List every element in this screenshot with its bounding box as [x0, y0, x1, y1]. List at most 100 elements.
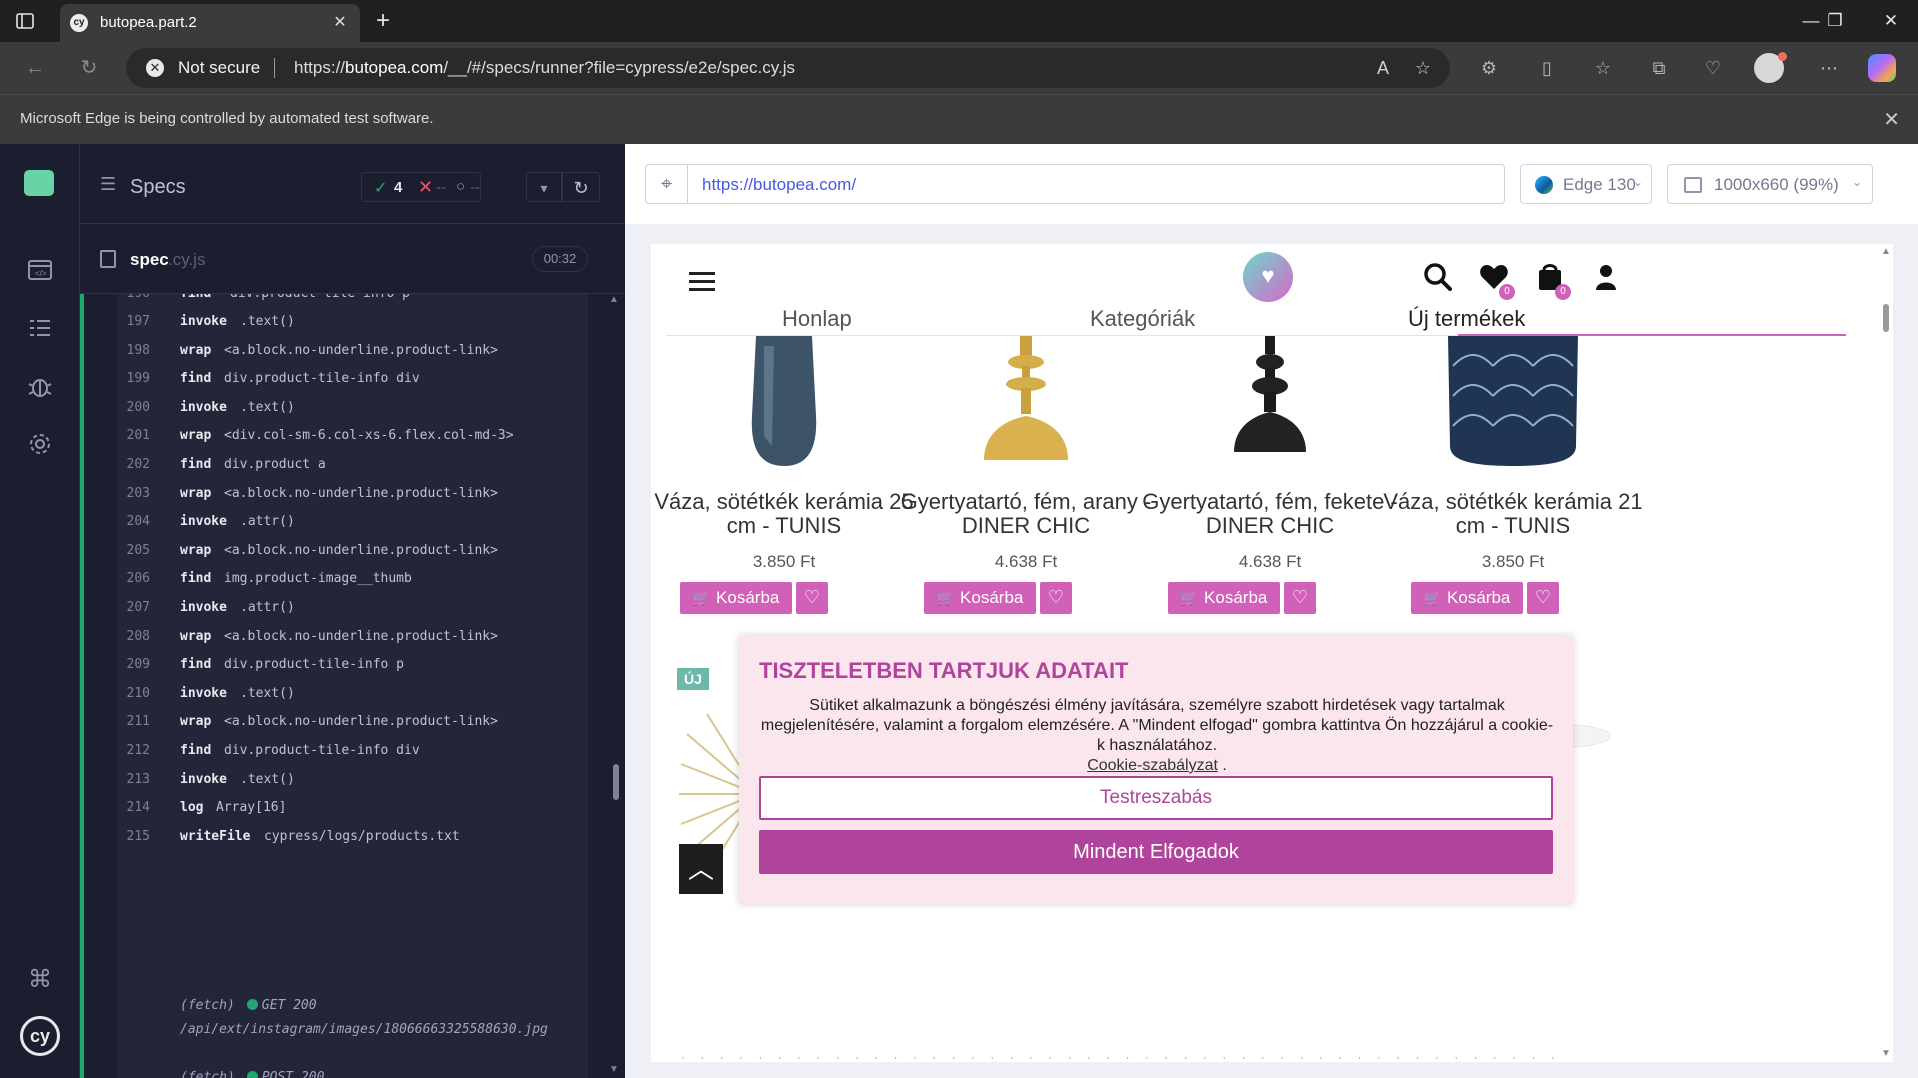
settings-gear-icon[interactable]	[26, 430, 54, 458]
passed-test-indicator	[80, 294, 84, 1078]
command-number: 206	[126, 571, 150, 587]
extensions-icon[interactable]: ⚙	[1476, 55, 1502, 81]
product-image[interactable]	[1438, 336, 1588, 471]
specs-nav-icon[interactable]: </>	[26, 256, 54, 284]
maximize-button[interactable]: ❐	[1820, 8, 1850, 34]
scroll-down-icon[interactable]: ▼	[609, 1064, 619, 1075]
debug-bug-icon[interactable]	[26, 372, 54, 400]
cypress-logo-icon[interactable]: cy	[20, 1016, 60, 1056]
command-row[interactable]: 215 writeFile cypress/logs/products.txt	[118, 819, 588, 854]
collapse-all-button[interactable]: ▾	[526, 172, 562, 202]
collections-icon[interactable]: ⧉	[1646, 55, 1672, 81]
selector-playground-icon[interactable]: ⌖	[646, 165, 688, 203]
spec-extension: .cy.js	[168, 250, 206, 269]
cookie-consent-dialog: TISZTELETBEN TARTJUK ADATAIT Sütiket alk…	[739, 636, 1573, 904]
tab-close-icon[interactable]: ✕	[330, 13, 350, 33]
url-host: butopea.com	[345, 58, 444, 77]
split-screen-icon[interactable]: ▯	[1534, 55, 1560, 81]
security-label[interactable]: Not secure	[178, 58, 260, 78]
back-to-top-button[interactable]: ︿	[679, 844, 723, 894]
command-log: 196 find div.product-tile-info p 197 invo…	[80, 294, 625, 1078]
copilot-icon[interactable]	[1868, 54, 1896, 82]
command-message: <div.col-sm-6.col-xs-6.flex.col-md-3>	[224, 428, 514, 444]
add-to-wishlist-button[interactable]: ♡	[796, 582, 828, 614]
read-aloud-icon[interactable]: A	[1372, 57, 1394, 79]
account-user-icon[interactable]	[1589, 260, 1623, 294]
command-message: .text()	[240, 399, 295, 415]
specs-list-icon[interactable]: ☰	[100, 174, 116, 195]
failed-x-icon: ✕	[418, 177, 434, 197]
failed-count: --	[436, 179, 446, 196]
favorites-icon[interactable]: ☆	[1590, 55, 1616, 81]
tab-new-products[interactable]: Új termékek	[1408, 306, 1525, 332]
add-to-wishlist-button[interactable]: ♡	[1040, 582, 1072, 614]
scroll-up-icon[interactable]: ▲	[609, 294, 619, 305]
add-to-cart-button[interactable]: 🛒 Kosárba	[1168, 582, 1280, 614]
fetch-log-get[interactable]: (fetch) GET 200 /api/ext/instagram/images…	[180, 994, 550, 1042]
aut-url[interactable]: https://butopea.com/	[702, 175, 856, 195]
project-logo-icon[interactable]	[24, 170, 54, 196]
command-number: 202	[126, 457, 150, 472]
product-image[interactable]	[976, 336, 1076, 471]
product-image[interactable]	[734, 336, 834, 471]
cookie-policy-link[interactable]: Cookie-szabályzat	[1087, 757, 1218, 774]
address-bar[interactable]: ✕ Not secure https://butopea.com/__/#/sp…	[126, 48, 1450, 88]
cookie-title: TISZTELETBEN TARTJUK ADATAIT	[759, 658, 1129, 683]
tab-actions-icon[interactable]	[14, 10, 36, 32]
svg-text:</>: </>	[35, 269, 47, 278]
browser-tab-bar: cy butopea.part.2 ✕ + — ❐ ✕	[0, 0, 1918, 42]
command-message: Array[16]	[216, 800, 287, 816]
scroll-thumb[interactable]	[613, 764, 619, 800]
browser-essentials-icon[interactable]: ♡	[1700, 55, 1726, 81]
add-to-wishlist-button[interactable]: ♡	[1527, 582, 1559, 614]
search-icon[interactable]	[1421, 260, 1455, 294]
site-logo[interactable]: ♥	[1243, 252, 1293, 302]
add-to-cart-button[interactable]: 🛒 Kosárba	[680, 582, 792, 614]
scroll-up-icon[interactable]: ▲	[1881, 246, 1891, 257]
add-to-cart-button[interactable]: 🛒 Kosárba	[924, 582, 1036, 614]
window-close-button[interactable]: ✕	[1876, 8, 1906, 34]
add-to-cart-button[interactable]: 🛒 Kosárba	[1411, 582, 1523, 614]
restart-tests-button[interactable]: ↻	[562, 172, 600, 202]
product-card[interactable]: Váza, sötétkék kerámia 21 cm - TUNIS 3.8…	[1368, 336, 1658, 636]
aut-url-bar[interactable]: ⌖ https://butopea.com/	[645, 164, 1505, 204]
browser-tab[interactable]: cy butopea.part.2 ✕	[60, 4, 360, 42]
customize-button[interactable]: Testreszabás	[759, 776, 1553, 820]
cart-button-label: Kosárba	[1204, 588, 1268, 607]
product-title[interactable]: Váza, sötétkék kerámia 21 cm - TUNIS	[1368, 490, 1658, 538]
add-to-wishlist-button[interactable]: ♡	[1284, 582, 1316, 614]
site-scrollbar[interactable]: ▲ ▼	[1879, 244, 1893, 1062]
command-number: 199	[126, 371, 150, 387]
fetch-log-post[interactable]: (fetch) POST 200	[180, 1070, 324, 1078]
command-log-scrollbar[interactable]: ▲ ▼	[605, 294, 625, 1078]
command-message: cypress/logs/products.txt	[264, 828, 460, 844]
scroll-thumb[interactable]	[1883, 304, 1889, 332]
refresh-icon[interactable]: ↻	[76, 55, 102, 81]
infobar-close-icon[interactable]: ✕	[1883, 107, 1900, 132]
hamburger-menu-icon[interactable]	[689, 272, 715, 292]
command-message: div.product-tile-info div	[224, 371, 420, 387]
new-tab-button[interactable]: +	[370, 8, 396, 34]
favorite-star-icon[interactable]: ☆	[1412, 57, 1434, 79]
not-secure-icon[interactable]: ✕	[146, 59, 164, 77]
tab-home[interactable]: Honlap	[782, 306, 852, 332]
url-path: /__/#/specs/runner?file=cypress/e2e/spec…	[443, 58, 795, 77]
command-number: 197	[126, 314, 150, 329]
specs-button[interactable]: Specs	[130, 176, 186, 199]
heart-outline-icon: ♡	[1534, 587, 1552, 607]
accept-all-button[interactable]: Mindent Elfogadok	[759, 830, 1553, 874]
viewport-selector[interactable]: 1000x660 (99%) ⌄	[1667, 164, 1873, 204]
command-name: wrap	[180, 342, 212, 358]
command-name: find	[180, 743, 212, 758]
runs-nav-icon[interactable]	[26, 314, 54, 342]
scroll-down-icon[interactable]: ▼	[1881, 1048, 1891, 1059]
tab-categories[interactable]: Kategóriák	[1090, 306, 1195, 332]
keyboard-shortcuts-icon[interactable]: ⌘	[26, 966, 54, 994]
address-url[interactable]: https://butopea.com/__/#/specs/runner?fi…	[294, 58, 795, 78]
product-image[interactable]	[1220, 336, 1320, 471]
more-menu-icon[interactable]: ⋯	[1816, 55, 1842, 81]
back-icon[interactable]: ←	[22, 55, 48, 81]
command-message: <a.block.no-underline.product-link>	[224, 628, 498, 644]
browser-selector[interactable]: Edge 130 ⌄	[1520, 164, 1652, 204]
pending-count: --	[470, 179, 480, 196]
